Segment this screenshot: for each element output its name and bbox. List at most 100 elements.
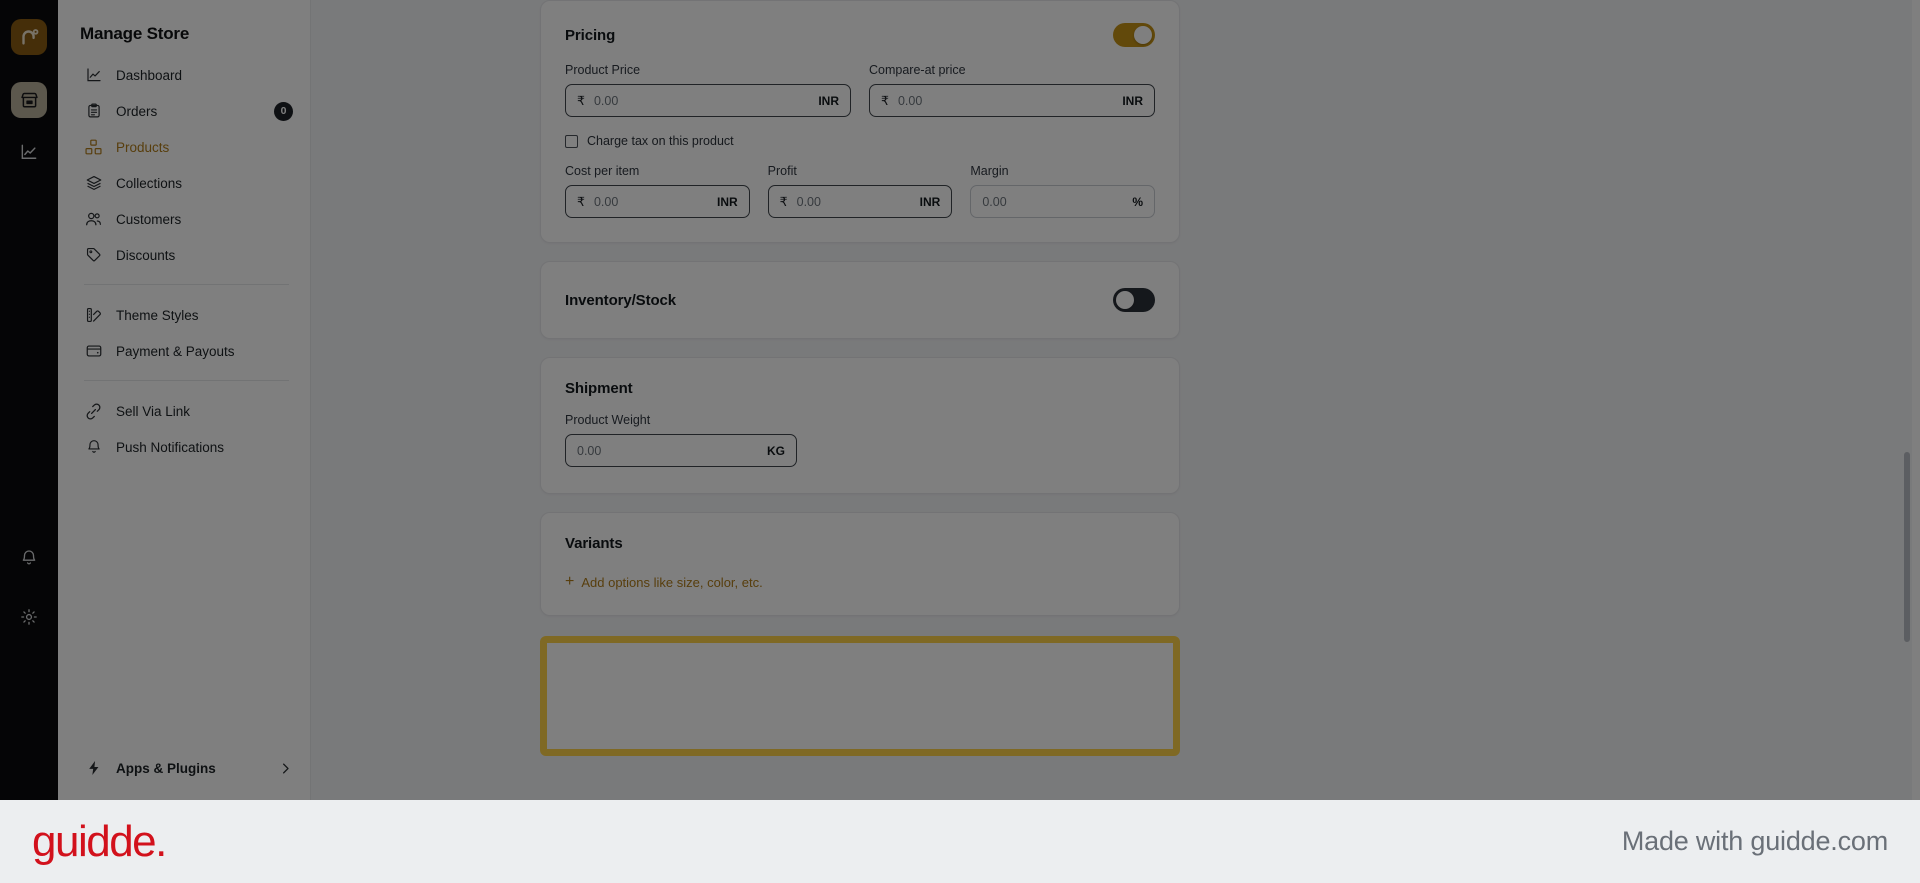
rupee-symbol-icon: ₹ xyxy=(779,195,788,209)
main-content: Pricing Product Price ₹ 0.00 INR Compare… xyxy=(311,0,1912,800)
sidebar-item-label: Theme Styles xyxy=(116,307,199,323)
toggle-knob xyxy=(1116,291,1134,309)
variants-title: Variants xyxy=(565,535,623,552)
sidebar-item-collections[interactable]: Collections xyxy=(58,165,311,201)
add-variant-options-label: Add options like size, color, etc. xyxy=(581,574,763,590)
sidebar-item-label: Apps & Plugins xyxy=(116,760,216,776)
profit-input[interactable]: ₹ 0.00 INR xyxy=(767,185,953,218)
nexus-logo-icon[interactable] xyxy=(11,19,47,55)
margin-unit: % xyxy=(1132,194,1144,209)
sidebar-item-apps-plugins[interactable]: Apps & Plugins xyxy=(58,750,311,786)
rupee-symbol-icon: ₹ xyxy=(577,94,585,108)
cost-profit-margin-row: Cost per item ₹ 0.00 INR Profit ₹ 0.00 I… xyxy=(565,164,1156,218)
boxes-icon xyxy=(84,138,103,157)
product-weight-value: 0.00 xyxy=(577,443,602,458)
compare-at-price-input[interactable]: ₹ 0.00 INR xyxy=(869,84,1155,117)
profit-currency: INR xyxy=(919,194,941,209)
orders-count-badge: 0 xyxy=(274,101,293,121)
charge-tax-checkbox[interactable] xyxy=(565,134,578,148)
sidebar-item-products[interactable]: Products xyxy=(58,129,311,165)
cost-per-item-value: 0.00 xyxy=(593,194,619,209)
made-with-guidde-text: Made with guidde.com xyxy=(1621,826,1888,856)
product-price-input[interactable]: ₹ 0.00 INR xyxy=(565,84,851,117)
profit-label: Profit xyxy=(767,164,797,178)
inventory-card: Inventory/Stock xyxy=(540,261,1180,339)
inventory-title: Inventory/Stock xyxy=(565,291,677,309)
pricing-toggle[interactable] xyxy=(1113,23,1155,47)
product-price-label: Product Price xyxy=(565,63,641,77)
sidebar-item-label: Products xyxy=(116,139,170,155)
charge-tax-label: Charge tax on this product xyxy=(587,134,734,148)
sidebar-divider-1 xyxy=(84,284,289,285)
bell-icon[interactable] xyxy=(11,540,47,576)
compare-at-price-label: Compare-at price xyxy=(869,63,966,77)
add-variant-options-link[interactable]: + Add options like size, color, etc. xyxy=(565,574,763,590)
wallet-icon xyxy=(84,342,103,361)
inventory-card-header: Inventory/Stock xyxy=(565,288,1155,312)
link-icon xyxy=(84,402,103,421)
product-price-value: 0.00 xyxy=(593,93,619,108)
sidebar-item-label: Dashboard xyxy=(116,67,183,83)
cost-per-item-field: Cost per item ₹ 0.00 INR xyxy=(565,164,750,218)
lightning-bolt-icon xyxy=(84,759,103,778)
rupee-symbol-icon: ₹ xyxy=(577,195,585,209)
compare-at-price-field: Compare-at price ₹ 0.00 INR xyxy=(869,63,1155,117)
product-price-currency: INR xyxy=(818,93,839,108)
compare-at-price-value: 0.00 xyxy=(897,93,923,108)
product-weight-label: Product Weight xyxy=(565,413,651,427)
app-screen: Manage Store Dashboard Orders 0 Products… xyxy=(0,0,1920,800)
app-root: Manage Store Dashboard Orders 0 Products… xyxy=(0,0,1920,883)
sidebar-item-theme-styles[interactable]: Theme Styles xyxy=(58,297,311,333)
sidebar-item-label: Customers xyxy=(116,211,182,227)
shipment-title: Shipment xyxy=(565,380,633,397)
margin-field: Margin 0.00 % xyxy=(970,164,1156,218)
variants-card: Variants + Add options like size, color,… xyxy=(540,512,1180,616)
sidebar-item-sell-via-link[interactable]: Sell Via Link xyxy=(58,393,311,429)
highlighted-card[interactable] xyxy=(540,636,1180,756)
sidebar-item-orders[interactable]: Orders 0 xyxy=(58,93,311,129)
pricing-card: Pricing Product Price ₹ 0.00 INR Compare… xyxy=(540,0,1180,243)
product-form-column: Pricing Product Price ₹ 0.00 INR Compare… xyxy=(540,0,1180,634)
guidde-branding-bar: guidde. Made with guidde.com xyxy=(0,800,1920,883)
product-weight-unit: KG xyxy=(767,443,785,458)
line-chart-icon xyxy=(84,66,103,85)
chevron-right-icon xyxy=(278,761,293,776)
plus-icon: + xyxy=(565,573,575,590)
users-icon xyxy=(84,210,103,229)
tag-icon xyxy=(84,246,103,265)
bell-icon xyxy=(84,438,103,457)
store-sidebar: Manage Store Dashboard Orders 0 Products… xyxy=(58,0,311,800)
palette-icon xyxy=(84,306,103,325)
rail-item-analytics[interactable] xyxy=(11,134,47,170)
gear-icon[interactable] xyxy=(11,599,47,635)
rail-item-store[interactable] xyxy=(11,82,47,118)
sidebar-divider-2 xyxy=(84,380,289,381)
sidebar-item-label: Sell Via Link xyxy=(116,403,191,419)
margin-value: 0.00 xyxy=(982,194,1007,209)
cost-per-item-input[interactable]: ₹ 0.00 INR xyxy=(565,185,750,218)
margin-label: Margin xyxy=(970,164,1009,178)
sidebar-item-discounts[interactable]: Discounts xyxy=(58,237,311,273)
inventory-toggle[interactable] xyxy=(1113,288,1155,312)
cost-per-item-label: Cost per item xyxy=(565,164,640,178)
rupee-symbol-icon: ₹ xyxy=(881,94,889,108)
sidebar-item-label: Discounts xyxy=(116,247,176,263)
margin-input[interactable]: 0.00 % xyxy=(970,185,1156,218)
icon-rail xyxy=(0,0,58,800)
sidebar-item-label: Payment & Payouts xyxy=(116,343,235,359)
product-weight-input[interactable]: 0.00 KG xyxy=(565,434,797,467)
sidebar-item-customers[interactable]: Customers xyxy=(58,201,311,237)
sidebar-item-push-notifications[interactable]: Push Notifications xyxy=(58,429,311,465)
pricing-title: Pricing xyxy=(565,26,616,44)
sidebar-item-label: Push Notifications xyxy=(116,439,225,455)
charge-tax-row[interactable]: Charge tax on this product xyxy=(565,134,1155,148)
profit-field: Profit ₹ 0.00 INR xyxy=(767,164,953,218)
pricing-card-header: Pricing xyxy=(565,23,1155,47)
page-scrollbar-thumb[interactable] xyxy=(1904,452,1910,642)
sidebar-item-dashboard[interactable]: Dashboard xyxy=(58,57,311,93)
product-weight-field: Product Weight 0.00 KG xyxy=(565,413,1155,467)
page-scrollbar-track[interactable] xyxy=(1902,0,1912,800)
shipment-card: Shipment Product Weight 0.00 KG xyxy=(540,357,1180,494)
compare-at-price-currency: INR xyxy=(1122,93,1143,108)
sidebar-item-payment-payouts[interactable]: Payment & Payouts xyxy=(58,333,311,369)
